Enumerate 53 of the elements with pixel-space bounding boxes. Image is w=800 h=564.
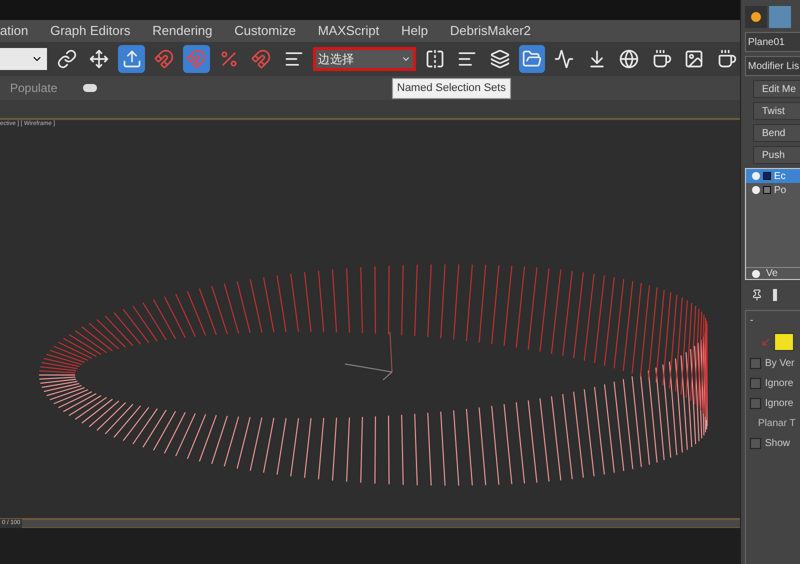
menu-item[interactable]: ation xyxy=(0,21,28,41)
checkbox-label: Ignore xyxy=(765,377,794,391)
percent-icon xyxy=(218,49,239,69)
modifier-list-dropdown[interactable]: Modifier Lis xyxy=(745,56,800,76)
arrow-icon xyxy=(762,338,770,346)
checkbox-label: Show xyxy=(765,437,790,451)
checkbox[interactable] xyxy=(750,358,761,369)
checkbox-label: Ignore xyxy=(765,397,794,411)
lightbulb-icon[interactable] xyxy=(752,270,760,278)
menu-item[interactable]: MAXScript xyxy=(318,21,380,41)
checkbox[interactable] xyxy=(750,398,761,409)
toolbar-button[interactable] xyxy=(518,45,546,73)
modifier-button[interactable]: Bend xyxy=(753,124,800,142)
magnet-icon xyxy=(186,49,206,69)
stack-item-label[interactable]: Ve xyxy=(766,266,778,281)
rollout-header[interactable]: - xyxy=(750,313,800,328)
checkbox[interactable] xyxy=(750,378,761,389)
stack-item[interactable]: Po xyxy=(746,183,800,197)
picture-icon xyxy=(684,49,704,69)
ribbon-tab[interactable]: Populate xyxy=(10,79,58,97)
collapse-icon[interactable] xyxy=(763,186,771,194)
checkbox[interactable] xyxy=(750,438,761,449)
move-icon xyxy=(89,49,110,69)
layers-icon xyxy=(490,49,510,69)
named-selection-value: 边选择 xyxy=(318,51,354,68)
stack-item[interactable]: Ec xyxy=(746,169,800,183)
mirror-icon xyxy=(424,49,445,69)
modifier-button[interactable]: Push xyxy=(753,146,800,164)
sun-icon[interactable] xyxy=(745,6,767,28)
object-name-field[interactable]: Plane01 xyxy=(745,32,800,52)
ribbon-dropdown[interactable] xyxy=(83,84,98,92)
pin-icon[interactable] xyxy=(751,289,763,301)
stack-item-label: Ec xyxy=(774,170,786,184)
link-icon xyxy=(56,49,77,69)
sphere-icon xyxy=(619,49,640,69)
stack-item-label: Po xyxy=(774,184,786,198)
named-selection-field[interactable]: 边选择 xyxy=(312,47,416,71)
menu-item[interactable]: Graph Editors xyxy=(50,21,130,41)
magnet-icon xyxy=(251,49,272,69)
menu-item[interactable]: Rendering xyxy=(152,21,212,41)
folder-icon xyxy=(522,49,542,69)
magnet-icon xyxy=(154,49,174,69)
tooltip: Named Selection Sets xyxy=(392,78,511,98)
section-label: Planar T xyxy=(757,417,797,431)
selection-button[interactable] xyxy=(774,333,794,351)
menu-item[interactable]: Help xyxy=(401,21,428,41)
checkbox-label: By Ver xyxy=(765,357,794,371)
menu-item[interactable]: DebrisMaker2 xyxy=(450,21,531,41)
modifier-button[interactable]: Twist xyxy=(753,102,800,120)
modifier-button[interactable]: Edit Me xyxy=(753,80,800,98)
toolbar-button[interactable] xyxy=(118,45,145,73)
axis-gizmo-icon xyxy=(344,332,392,380)
menu-item[interactable]: Customize xyxy=(234,21,296,41)
